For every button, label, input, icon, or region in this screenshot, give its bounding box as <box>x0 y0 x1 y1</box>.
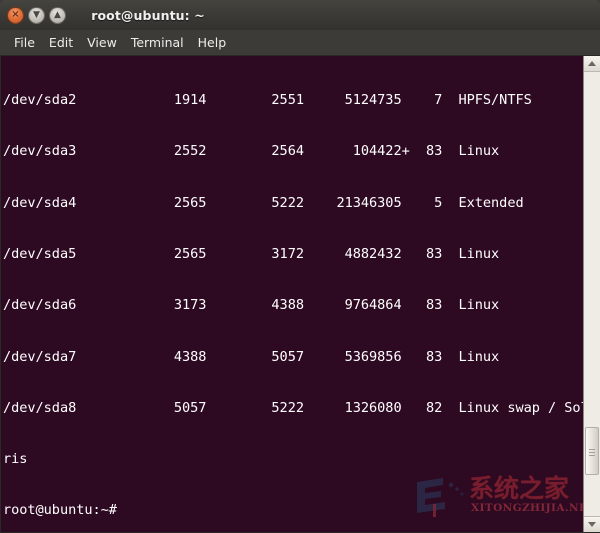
terminal-line: /dev/sda4 2565 5222 21346305 5 Extended <box>3 194 524 211</box>
scrollbar-up-button[interactable] <box>584 56 600 72</box>
terminal-line: /dev/sda6 3173 4388 9764864 83 Linux <box>3 297 500 314</box>
chevron-down-icon: ▼ <box>33 9 40 20</box>
close-icon: × <box>11 9 20 20</box>
terminal-line: /dev/sda2 1914 2551 5124735 7 HPFS/NTFS <box>3 92 532 109</box>
terminal-body: 系统之家 XITONGZHIJIA.NET /dev/sda2 1914 255… <box>0 56 600 533</box>
menu-item-view[interactable]: View <box>80 33 124 53</box>
terminal-line: /dev/sda8 5057 5222 1326080 82 Linux swa… <box>3 399 583 416</box>
terminal-line: /dev/sda3 2552 2564 104422+ 83 Linux <box>3 143 500 160</box>
terminal-screen[interactable]: 系统之家 XITONGZHIJIA.NET /dev/sda2 1914 255… <box>1 56 583 532</box>
scrollbar-grip-icon <box>589 447 595 456</box>
terminal-output: /dev/sda2 1914 2551 5124735 7 HPFS/NTFS … <box>3 58 583 532</box>
window-controls: × ▼ ▲ <box>7 6 66 24</box>
close-button[interactable]: × <box>7 6 24 24</box>
triangle-up-icon <box>588 61 596 66</box>
menu-bar: File Edit View Terminal Help <box>0 30 600 56</box>
menu-item-terminal[interactable]: Terminal <box>124 33 191 53</box>
window-title-text: root@ubuntu: ~ <box>91 7 205 23</box>
title-bar[interactable]: × ▼ ▲ root@ubuntu: ~ <box>0 0 600 30</box>
triangle-down-icon <box>588 522 596 527</box>
window-title: root@ubuntu: ~ <box>0 8 600 23</box>
scrollbar-down-button[interactable] <box>584 516 600 532</box>
terminal-line: root@ubuntu:~# <box>3 502 117 519</box>
scrollbar-thumb[interactable] <box>585 427 599 475</box>
terminal-line: ris <box>3 451 28 468</box>
chevron-up-icon: ▲ <box>54 9 61 20</box>
terminal-line: /dev/sda7 4388 5057 5369856 83 Linux <box>3 348 500 365</box>
terminal-scrollbar[interactable] <box>583 56 600 532</box>
menu-item-help[interactable]: Help <box>191 33 234 53</box>
scrollbar-track[interactable] <box>584 72 600 516</box>
maximize-button[interactable]: ▲ <box>49 6 66 24</box>
terminal-window: × ▼ ▲ root@ubuntu: ~ File Edit View Term… <box>0 0 600 533</box>
minimize-button[interactable]: ▼ <box>28 6 45 24</box>
terminal-line: /dev/sda5 2565 3172 4882432 83 Linux <box>3 246 500 263</box>
menu-item-file[interactable]: File <box>7 33 42 53</box>
menu-item-edit[interactable]: Edit <box>42 33 80 53</box>
